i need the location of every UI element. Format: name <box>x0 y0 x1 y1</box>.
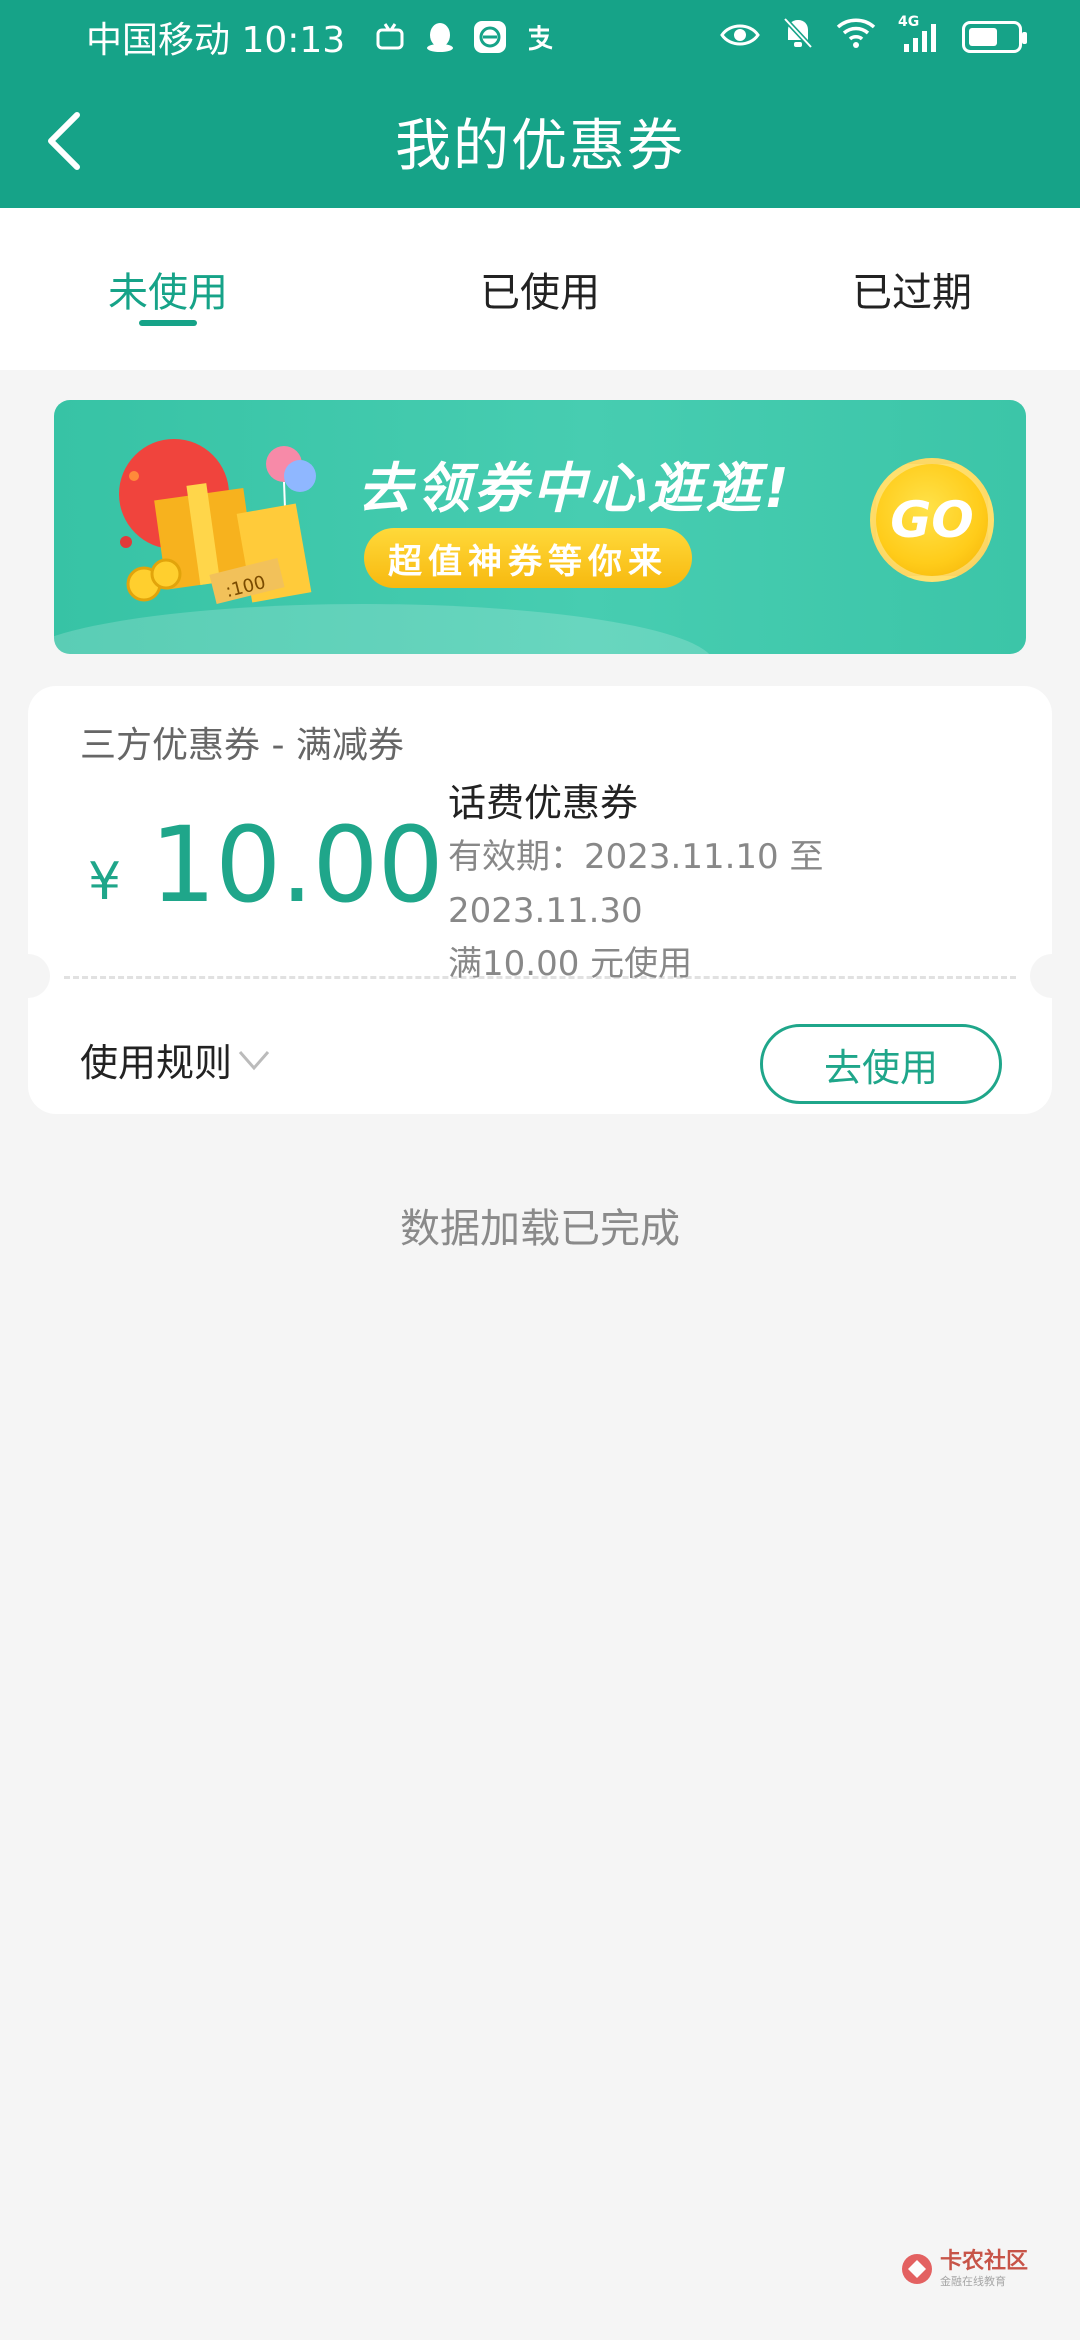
banner-title: 去领券中心逛逛! <box>358 457 793 520</box>
back-button[interactable] <box>26 104 100 178</box>
coupon-validity: 有效期：2023.11.10 至 2023.11.30 <box>448 837 824 931</box>
signal-4g-icon: 4G <box>898 14 940 54</box>
tab-used[interactable]: 已使用 <box>460 208 620 370</box>
coupon-category: 三方优惠券 - 满减券 <box>80 725 404 766</box>
tab-bar: 未使用 已使用 已过期 <box>0 208 1080 370</box>
chevron-down-icon <box>238 1050 270 1070</box>
usage-rules-label: 使用规则 <box>80 1041 233 1085</box>
load-complete-text: 数据加载已完成 <box>400 1206 680 1252</box>
gift-box-icon: :100 <box>119 439 316 605</box>
coupon-notch-left <box>6 954 50 998</box>
app-icon <box>473 20 507 54</box>
use-coupon-button[interactable]: 去使用 <box>760 1024 1002 1104</box>
coupon-name: 话费优惠券 <box>448 781 639 825</box>
currency-symbol: ¥ <box>88 852 122 912</box>
page-title: 我的优惠券 <box>395 113 685 179</box>
go-button[interactable]: GO <box>870 458 994 582</box>
usage-rules-toggle[interactable]: 使用规则 <box>80 1032 274 1087</box>
carrier-time: 中国移动 10:13 <box>86 20 346 61</box>
alipay-icon <box>523 20 557 54</box>
coupon-amount: 10.00 <box>150 804 444 926</box>
coupon-condition: 满10.00 元使用 <box>448 944 693 984</box>
watermark-logo-icon <box>902 2254 932 2284</box>
tab-unused-label: 未使用 <box>108 270 228 316</box>
tv-icon <box>373 20 407 54</box>
tab-used-label: 已使用 <box>480 270 600 316</box>
coupon-notch-right <box>1030 954 1074 998</box>
app-bar: 我的优惠券 <box>0 74 1080 208</box>
watermark-sub: 金融在线教育 <box>940 2275 1006 2288</box>
status-bar: 中国移动 10:13 4G <box>0 0 1080 74</box>
eye-icon <box>720 17 760 58</box>
coupon-center-banner[interactable]: :100 去领券中心逛逛! 超值神券等你来 GO <box>54 400 1026 654</box>
watermark: 卡农社区 金融在线教育 <box>900 2248 1060 2290</box>
bell-off-icon <box>782 16 814 59</box>
banner-subtitle-pill: 超值神券等你来 <box>364 528 692 588</box>
watermark-name: 卡农社区 <box>940 2249 1029 2274</box>
wifi-icon <box>836 17 876 58</box>
tab-active-indicator <box>139 320 197 326</box>
chevron-left-icon <box>48 112 80 170</box>
qq-icon <box>423 20 457 54</box>
battery-icon <box>962 21 1027 53</box>
tab-expired[interactable]: 已过期 <box>832 208 992 370</box>
tab-unused[interactable]: 未使用 <box>88 208 248 370</box>
coupon-card: 三方优惠券 - 满减券 ¥ 10.00 话费优惠券 有效期：2023.11.10… <box>6 686 1074 1114</box>
tab-expired-label: 已过期 <box>852 270 972 316</box>
